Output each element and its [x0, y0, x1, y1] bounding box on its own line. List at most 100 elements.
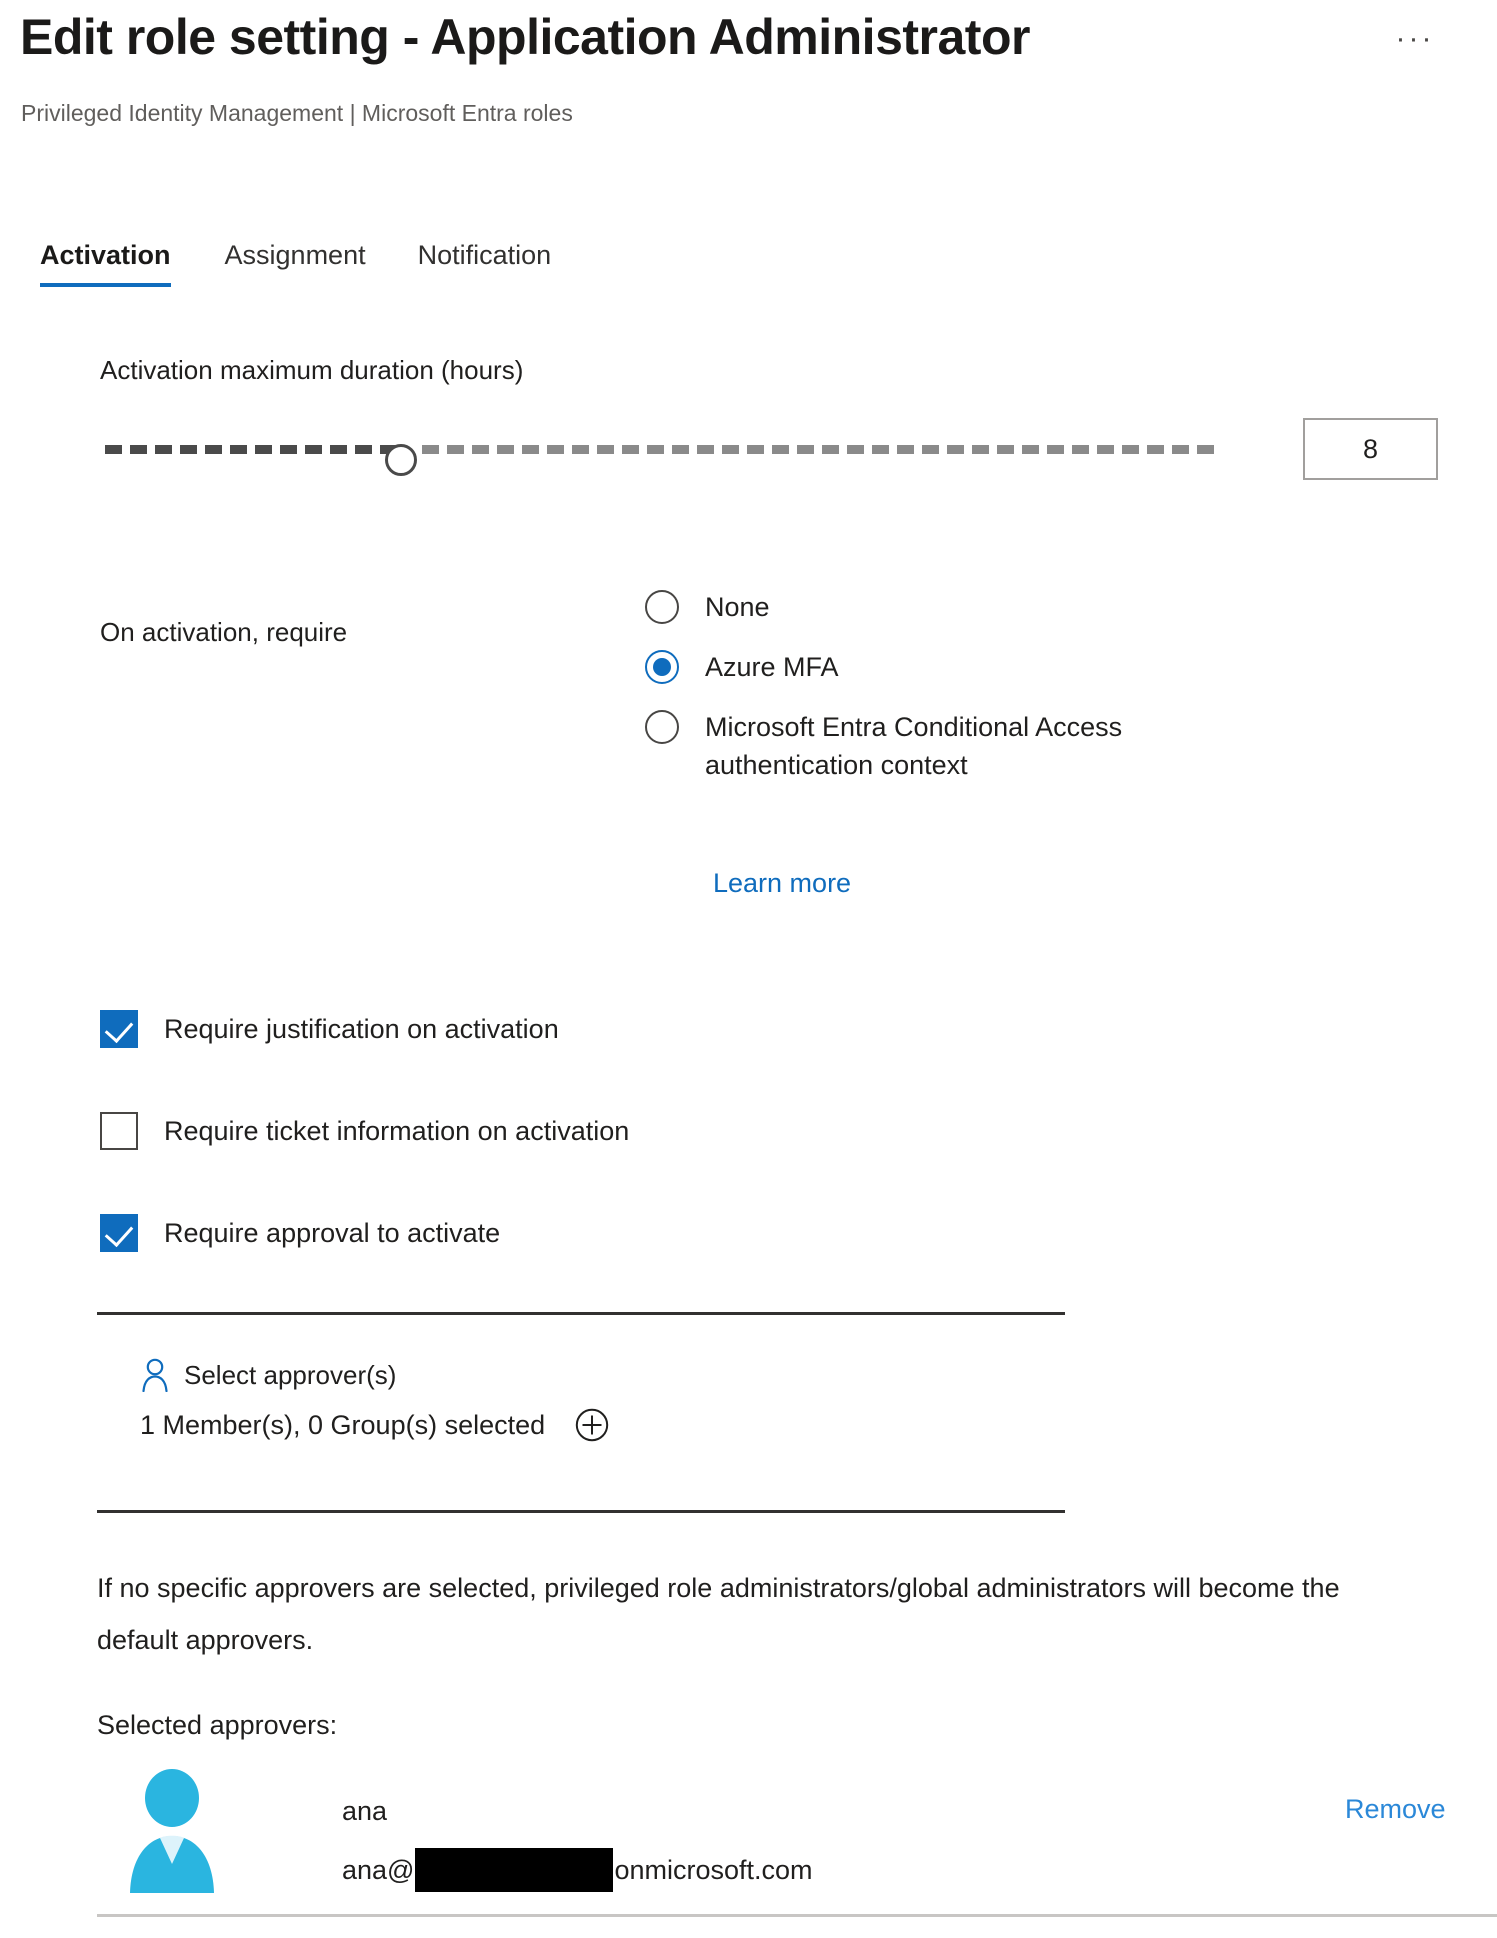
approvers-info-text: If no specific approvers are selected, p… — [97, 1562, 1367, 1666]
slider-segment — [180, 445, 197, 454]
tab-activation-label: Activation — [40, 240, 171, 270]
radio-option-none-label: None — [705, 588, 770, 626]
radio-option-azure-mfa[interactable]: Azure MFA — [645, 648, 1265, 686]
slider-segment — [130, 445, 147, 454]
radio-option-conditional-access-label: Microsoft Entra Conditional Access authe… — [705, 708, 1265, 784]
slider-segment — [497, 445, 514, 454]
slider-segment — [1022, 445, 1039, 454]
radio-option-none[interactable]: None — [645, 588, 1265, 626]
approver-email: ana@ onmicrosoft.com — [342, 1848, 813, 1892]
select-approvers-label: Select approver(s) — [184, 1360, 396, 1391]
breadcrumb: Privileged Identity Management | Microso… — [21, 100, 573, 127]
slider-segment — [355, 445, 372, 454]
tab-notification-label: Notification — [418, 240, 552, 270]
on-activation-require-label: On activation, require — [100, 617, 347, 648]
tab-assignment[interactable]: Assignment — [199, 240, 392, 287]
slider-segment — [672, 445, 689, 454]
divider-bottom-picker — [97, 1510, 1065, 1513]
slider-segment — [922, 445, 939, 454]
checkbox-require-ticket-info[interactable]: Require ticket information on activation — [100, 1112, 629, 1150]
slider-segment — [522, 445, 539, 454]
radio-option-azure-mfa-label: Azure MFA — [705, 648, 839, 686]
checkbox-require-approval[interactable]: Require approval to activate — [100, 1214, 500, 1252]
slider-segment — [547, 445, 564, 454]
approver-count-label: 1 Member(s), 0 Group(s) selected — [140, 1410, 545, 1441]
slider-segment — [205, 445, 222, 454]
checkbox-require-approval-label: Require approval to activate — [164, 1218, 500, 1249]
slider-segment — [847, 445, 864, 454]
tab-bar: Activation Assignment Notification — [40, 240, 577, 287]
slider-segment — [747, 445, 764, 454]
slider-segment — [997, 445, 1014, 454]
slider-segment — [647, 445, 664, 454]
slider-segment — [1047, 445, 1064, 454]
slider-segment — [155, 445, 172, 454]
divider-list-bottom — [97, 1914, 1497, 1917]
radio-circle-selected-icon — [645, 650, 679, 684]
radio-option-conditional-access[interactable]: Microsoft Entra Conditional Access authe… — [645, 708, 1265, 784]
slider-segment — [1197, 445, 1214, 454]
slider-segment — [947, 445, 964, 454]
slider-segment — [597, 445, 614, 454]
slider-segment — [105, 445, 122, 454]
slider-segment — [1172, 445, 1189, 454]
slider-segment — [972, 445, 989, 454]
on-activation-require-radio-group: None Azure MFA Microsoft Entra Condition… — [645, 588, 1265, 806]
tab-notification[interactable]: Notification — [392, 240, 578, 287]
slider-track-filled — [105, 445, 395, 454]
activation-duration-slider[interactable] — [97, 440, 1260, 458]
slider-segment — [1097, 445, 1114, 454]
slider-segment — [280, 445, 297, 454]
slider-segment — [1072, 445, 1089, 454]
slider-segment — [572, 445, 589, 454]
slider-segment — [697, 445, 714, 454]
approver-name: ana — [342, 1796, 387, 1827]
slider-segment — [230, 445, 247, 454]
slider-thumb[interactable] — [385, 444, 417, 476]
slider-segment — [772, 445, 789, 454]
activation-duration-input-box[interactable] — [1303, 418, 1438, 480]
redaction-block — [415, 1848, 613, 1892]
slider-segment — [447, 445, 464, 454]
checkbox-require-ticket-info-label: Require ticket information on activation — [164, 1116, 629, 1147]
avatar — [122, 1768, 222, 1893]
checkbox-unchecked-icon — [100, 1112, 138, 1150]
selected-approvers-label: Selected approvers: — [97, 1710, 337, 1741]
activation-duration-label: Activation maximum duration (hours) — [100, 355, 523, 386]
approver-list-item: ana ana@ onmicrosoft.com Remove — [97, 1768, 1457, 1908]
more-options-icon[interactable]: ··· — [1392, 28, 1438, 68]
slider-segment — [330, 445, 347, 454]
select-approvers-button[interactable]: Select approver(s) — [140, 1358, 609, 1392]
slider-segment — [797, 445, 814, 454]
person-icon — [140, 1358, 170, 1392]
slider-segment — [305, 445, 322, 454]
divider-top — [97, 1312, 1065, 1315]
checkbox-checked-icon — [100, 1010, 138, 1048]
checkbox-require-justification-label: Require justification on activation — [164, 1014, 559, 1045]
slider-segment — [422, 445, 439, 454]
tab-assignment-label: Assignment — [225, 240, 366, 270]
approver-picker: Select approver(s) 1 Member(s), 0 Group(… — [140, 1358, 609, 1442]
tab-activation[interactable]: Activation — [40, 240, 199, 287]
checkbox-require-justification[interactable]: Require justification on activation — [100, 1010, 559, 1048]
slider-segment — [472, 445, 489, 454]
slider-segment — [822, 445, 839, 454]
remove-approver-link[interactable]: Remove — [1345, 1794, 1446, 1825]
activation-duration-input[interactable] — [1305, 420, 1436, 478]
slider-segment — [872, 445, 889, 454]
add-approver-icon[interactable] — [575, 1408, 609, 1442]
slider-segment — [1147, 445, 1164, 454]
approver-count-row: 1 Member(s), 0 Group(s) selected — [140, 1408, 609, 1442]
slider-segment — [897, 445, 914, 454]
approver-email-prefix: ana@ — [342, 1855, 414, 1886]
slider-track-empty — [422, 445, 1237, 454]
page-title: Edit role setting - Application Administ… — [20, 8, 1030, 66]
slider-segment — [1122, 445, 1139, 454]
approver-email-suffix: onmicrosoft.com — [614, 1855, 812, 1886]
slider-segment — [255, 445, 272, 454]
slider-segment — [722, 445, 739, 454]
radio-circle-icon — [645, 590, 679, 624]
activation-duration-slider-row — [97, 418, 1441, 484]
slider-segment — [622, 445, 639, 454]
learn-more-link[interactable]: Learn more — [713, 868, 851, 899]
